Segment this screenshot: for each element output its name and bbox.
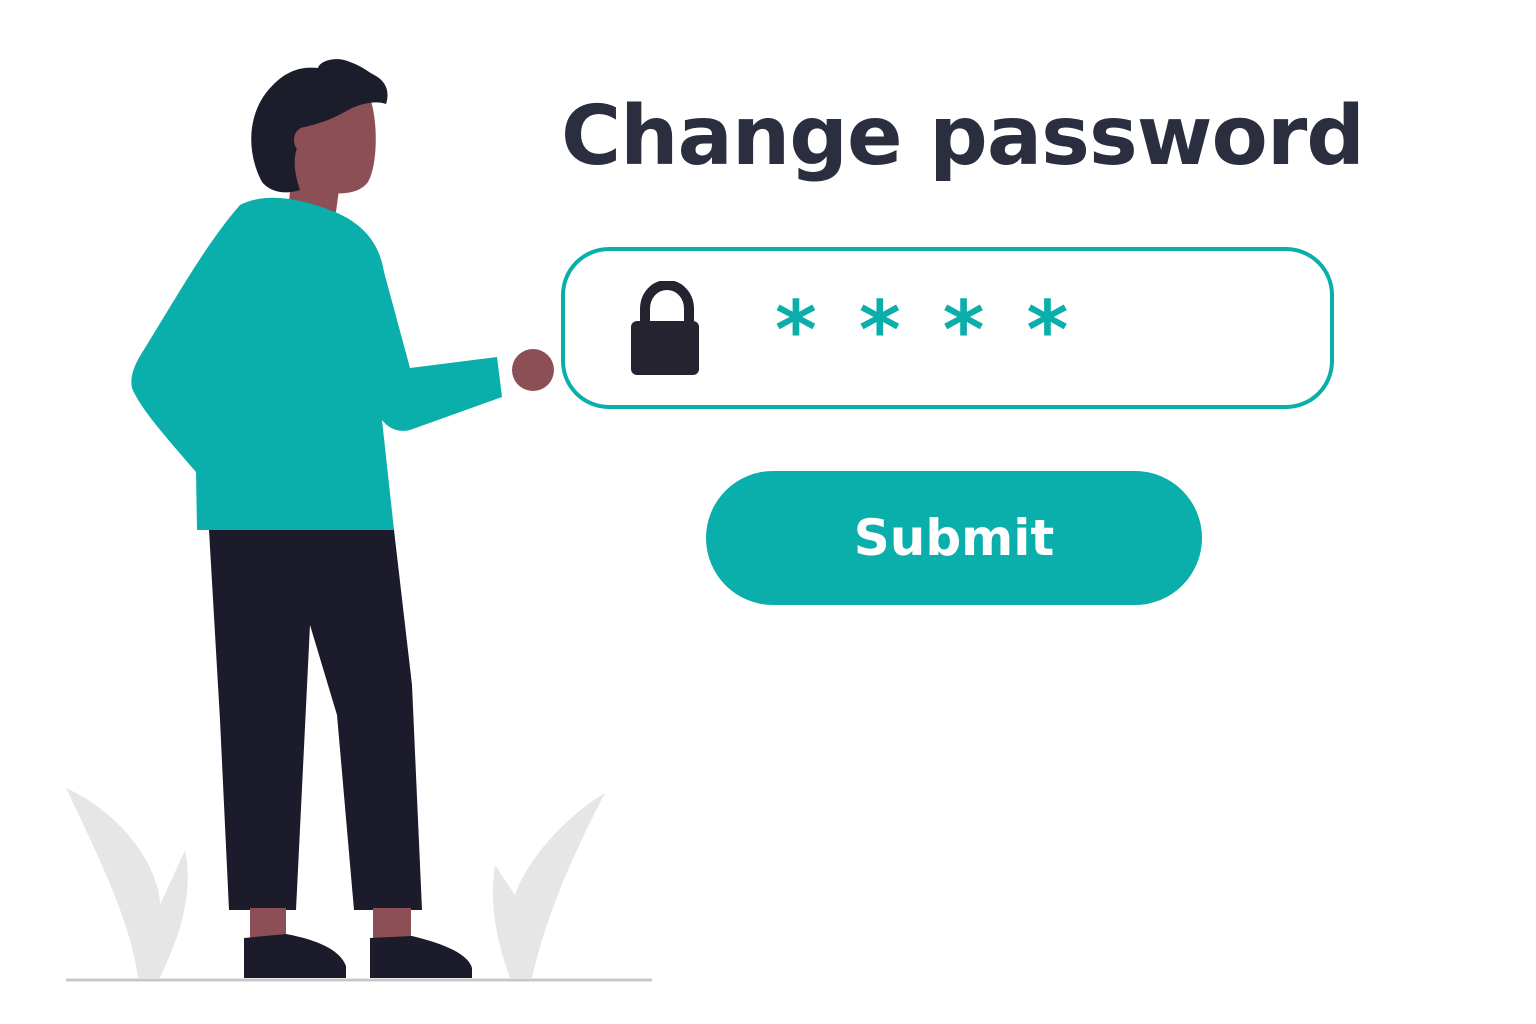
pants [209,530,422,910]
plant-right [492,793,605,978]
left-shoe [244,934,346,978]
hand [512,349,554,391]
password-field[interactable]: **** [561,247,1334,409]
password-mask: **** [775,284,1111,377]
submit-button[interactable]: Submit [706,471,1202,605]
right-shoe [370,936,472,978]
page-title: Change password [561,89,1365,184]
lock-icon [631,281,699,375]
plant-left [66,788,188,978]
shirt [131,197,502,530]
right-ankle [373,908,411,940]
ear [294,128,312,152]
